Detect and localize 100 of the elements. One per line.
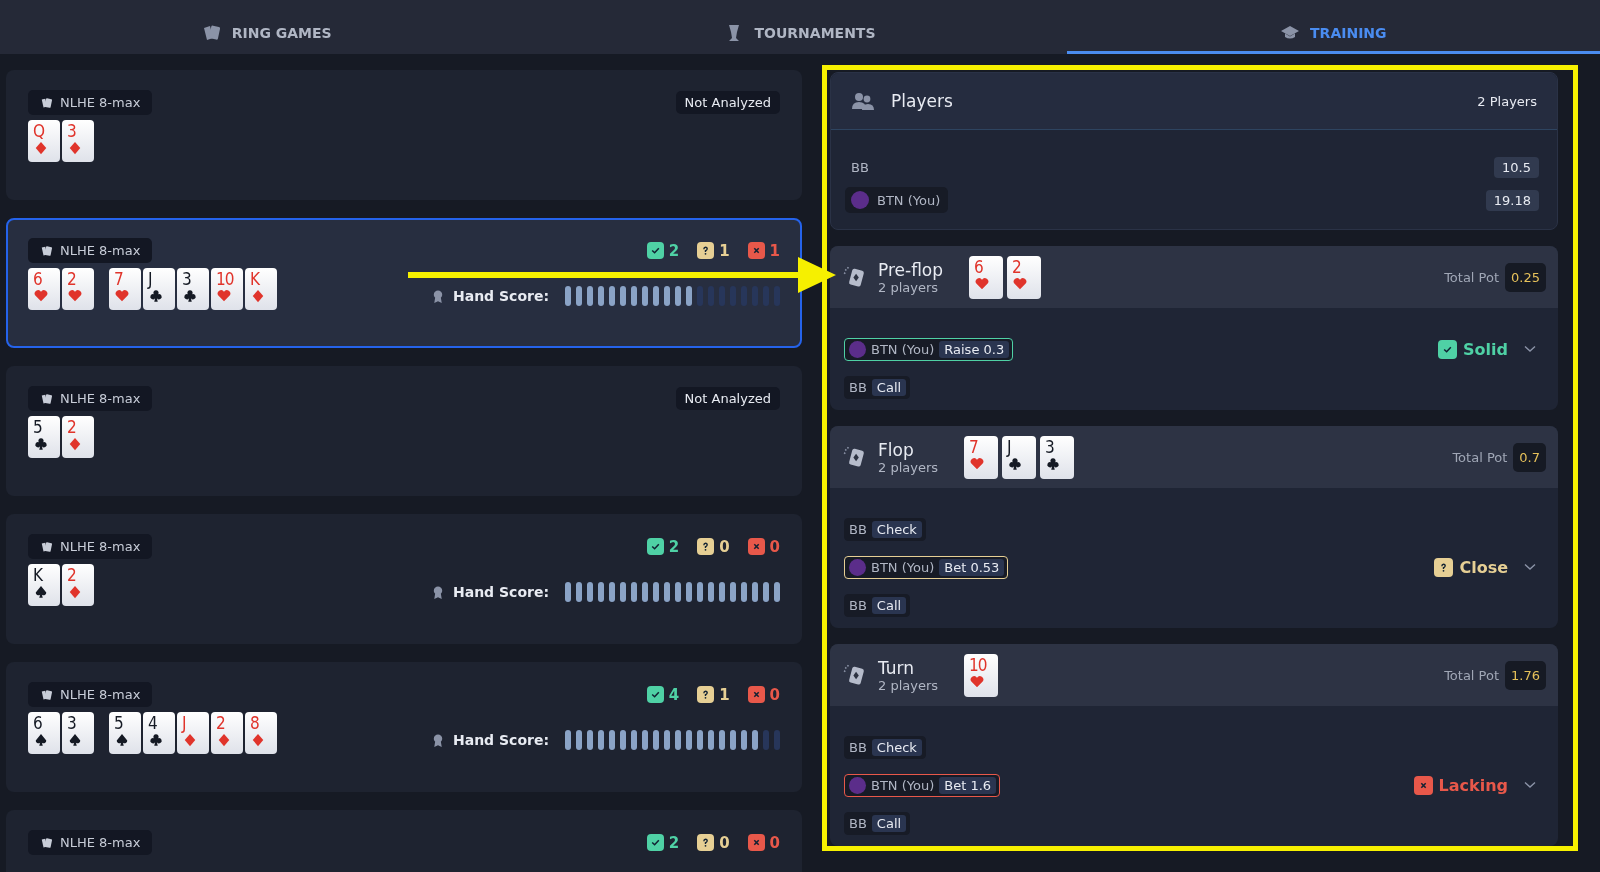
cards-icon: [40, 391, 54, 406]
hand-card[interactable]: NLHE 8-max Not Analyzed 5 2: [6, 366, 802, 496]
heart-icon: [68, 289, 82, 303]
nav-tab[interactable]: RING GAMES: [0, 0, 534, 54]
avatar-icon: [849, 776, 866, 794]
playing-card: 6: [969, 255, 1004, 299]
street-players: 2 players: [878, 459, 939, 475]
bad-badge-icon: [747, 834, 765, 851]
action-chip: BB Call: [844, 811, 911, 835]
heart-icon: [34, 289, 48, 303]
unsure-badge-icon: [697, 538, 715, 555]
spade-icon: [34, 733, 48, 747]
playing-card: 2: [62, 268, 94, 310]
bad-badge-icon: [747, 242, 765, 259]
playing-card: J: [1002, 435, 1037, 479]
chevron-down-icon: [1524, 781, 1536, 789]
playing-card: 5: [28, 416, 60, 458]
pot-value: 1.76: [1505, 660, 1546, 690]
unsure-badge-icon: [697, 242, 715, 259]
playing-card: 2: [1007, 255, 1042, 299]
playing-card: 6: [28, 268, 60, 310]
cards-icon: [40, 835, 54, 850]
playing-card: 3: [62, 120, 94, 162]
playing-card: 7: [109, 268, 141, 310]
playing-card: 4: [143, 712, 175, 754]
avatar-icon: [849, 340, 866, 358]
players-title: Players: [891, 91, 954, 111]
player-position: BB: [850, 159, 870, 177]
hand-card[interactable]: NLHE 8-max 2 1 1 6 2 7 J 3 10 K Hand Score:: [6, 218, 802, 348]
street-name: Flop: [878, 439, 915, 460]
action-chip: BTN (You) Raise 0.3: [844, 337, 1014, 361]
rating-dropdown[interactable]: Close: [1434, 557, 1544, 577]
playing-card: J: [177, 712, 209, 754]
count-value: 0: [769, 833, 780, 852]
action-chip: BB Check: [844, 735, 926, 759]
heart-icon: [1013, 276, 1028, 291]
street-name: Turn: [878, 657, 916, 678]
club-icon: [183, 289, 197, 303]
diamond-icon: [251, 733, 265, 747]
diamond-icon: [34, 141, 48, 155]
unsure-badge-icon: [697, 834, 715, 851]
heart-icon: [975, 276, 990, 291]
diamond-icon: [251, 289, 265, 303]
chevron-down-icon: [1524, 345, 1536, 353]
spade-icon: [34, 585, 48, 599]
heart-icon: [970, 674, 985, 689]
hand-card[interactable]: NLHE 8-max 4 1 0 6 3 5 4 J 2 8 Hand Score:: [6, 662, 802, 792]
award-icon: [431, 288, 444, 304]
hand-score-label: Hand Score:: [452, 732, 549, 748]
cards-icon: [201, 23, 222, 43]
playing-card: 3: [1040, 435, 1075, 479]
playing-card: 3: [62, 712, 94, 754]
count-value: 2: [668, 833, 680, 852]
nav-tab[interactable]: TOURNAMENTS: [533, 0, 1067, 54]
playing-card: 5: [109, 712, 141, 754]
street-players: 2 players: [878, 677, 939, 693]
players-count: 2 Players: [1477, 93, 1537, 109]
count-value: 1: [769, 241, 780, 260]
analysis-status: Not Analyzed: [675, 387, 780, 410]
cards-icon: [40, 539, 54, 554]
playing-card: 2: [62, 416, 94, 458]
avatar-icon: [851, 191, 869, 209]
rating-dropdown[interactable]: Solid: [1438, 339, 1544, 359]
count-value: 1: [719, 241, 730, 260]
playing-card: K: [28, 564, 60, 606]
club-icon: [149, 733, 163, 747]
unsure-badge-icon: [1434, 557, 1454, 577]
stack-value: 10.5: [1494, 157, 1539, 178]
game-label: NLHE 8-max: [60, 95, 141, 110]
award-icon: [431, 584, 444, 600]
hand-card[interactable]: NLHE 8-max 2 0 0: [6, 810, 802, 872]
hand-card[interactable]: NLHE 8-max Not Analyzed Q 3: [6, 70, 802, 200]
pot-value: 0.25: [1505, 262, 1546, 292]
spade-icon: [68, 733, 82, 747]
award-icon: [431, 732, 444, 748]
heart-icon: [217, 289, 231, 303]
club-icon: [149, 289, 163, 303]
good-badge-icon: [646, 538, 664, 555]
diamond-icon: [68, 141, 82, 155]
club-icon: [1008, 456, 1023, 471]
diamond-icon: [217, 733, 231, 747]
count-value: 0: [719, 833, 730, 852]
playing-card: 6: [28, 712, 60, 754]
action-chip: BTN (You) Bet 1.6: [844, 773, 1001, 797]
nav-tab[interactable]: TRAINING: [1066, 0, 1600, 54]
street-name: Pre-flop: [878, 259, 944, 280]
count-value: 0: [719, 537, 730, 556]
avatar-icon: [849, 558, 866, 576]
playing-card: J: [143, 268, 175, 310]
hand-card[interactable]: NLHE 8-max 2 0 0 K 2 Hand Score:: [6, 514, 802, 644]
diamond-icon: [68, 437, 82, 451]
cards-icon: [40, 243, 54, 258]
pot-label: Total Pot: [1452, 449, 1508, 465]
heart-icon: [115, 289, 129, 303]
rating-dropdown[interactable]: Lacking: [1413, 775, 1544, 795]
hand-score-label: Hand Score:: [452, 584, 549, 600]
spade-icon: [115, 733, 129, 747]
street-players: 2 players: [878, 279, 939, 295]
bad-badge-icon: [747, 538, 765, 555]
stack-value: 19.18: [1485, 189, 1539, 211]
